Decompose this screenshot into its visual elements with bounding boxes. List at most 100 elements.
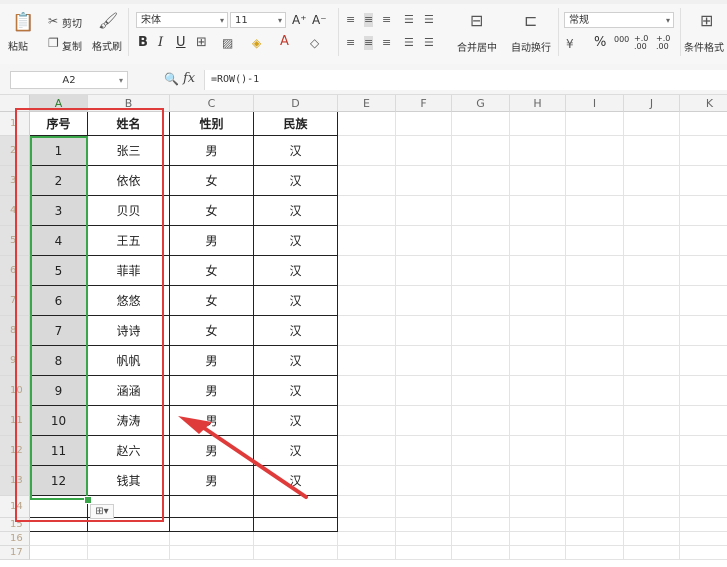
cell-k8[interactable] <box>680 316 727 346</box>
cell-j15[interactable] <box>624 518 680 532</box>
table-cell[interactable]: 汉 <box>254 196 338 226</box>
table-cell[interactable]: 汉 <box>254 286 338 316</box>
cell-e10[interactable] <box>338 376 396 406</box>
paste-icon[interactable]: 📋 <box>12 14 34 32</box>
row-header-11[interactable]: 11 <box>0 406 30 436</box>
cell-f16[interactable] <box>396 532 452 546</box>
table-cell[interactable]: 男 <box>170 346 254 376</box>
table-cell[interactable]: 男 <box>170 136 254 166</box>
table-cell[interactable]: 女 <box>170 316 254 346</box>
table-cell[interactable]: 男 <box>170 376 254 406</box>
row-header-14[interactable]: 14 <box>0 496 30 518</box>
cell-f4[interactable] <box>396 196 452 226</box>
cell-i1[interactable] <box>566 112 624 136</box>
cell-e4[interactable] <box>338 196 396 226</box>
cell-d15[interactable] <box>254 518 338 532</box>
cell-j13[interactable] <box>624 466 680 496</box>
cell-k2[interactable] <box>680 136 727 166</box>
font-size-select[interactable]: 11 ▾ <box>230 12 286 28</box>
row-header-7[interactable]: 7 <box>0 286 30 316</box>
cell-k17[interactable] <box>680 546 727 560</box>
cell-j7[interactable] <box>624 286 680 316</box>
table-cell[interactable]: 涛涛 <box>88 406 170 436</box>
cell-g15[interactable] <box>452 518 510 532</box>
cell-e7[interactable] <box>338 286 396 316</box>
row-header-10[interactable]: 10 <box>0 376 30 406</box>
scissors-icon[interactable]: ✂ <box>48 14 58 28</box>
row-header-5[interactable]: 5 <box>0 226 30 256</box>
cell-h7[interactable] <box>510 286 566 316</box>
cell-g4[interactable] <box>452 196 510 226</box>
cell-h6[interactable] <box>510 256 566 286</box>
cell-h4[interactable] <box>510 196 566 226</box>
cell-k13[interactable] <box>680 466 727 496</box>
cell-j5[interactable] <box>624 226 680 256</box>
cell-i2[interactable] <box>566 136 624 166</box>
thousands-separator-button[interactable]: 000 <box>614 35 629 44</box>
cell-e5[interactable] <box>338 226 396 256</box>
paste-button[interactable]: 粘贴 <box>8 38 28 53</box>
row-header-3[interactable]: 3 <box>0 166 30 196</box>
table-cell[interactable]: 汉 <box>254 376 338 406</box>
table-cell[interactable]: 1 <box>30 136 88 166</box>
percent-button[interactable]: % <box>594 35 606 50</box>
cell-i8[interactable] <box>566 316 624 346</box>
table-cell[interactable]: 女 <box>170 286 254 316</box>
column-header-e[interactable]: E <box>338 95 396 112</box>
table-cell[interactable]: 张三 <box>88 136 170 166</box>
cell-i15[interactable] <box>566 518 624 532</box>
cell-e12[interactable] <box>338 436 396 466</box>
cell-e8[interactable] <box>338 316 396 346</box>
row-header-16[interactable]: 16 <box>0 532 30 546</box>
cell-g5[interactable] <box>452 226 510 256</box>
row-header-12[interactable]: 12 <box>0 436 30 466</box>
cell-i9[interactable] <box>566 346 624 376</box>
cell-g1[interactable] <box>452 112 510 136</box>
cell-f12[interactable] <box>396 436 452 466</box>
cell-i11[interactable] <box>566 406 624 436</box>
cell-j9[interactable] <box>624 346 680 376</box>
cell-h10[interactable] <box>510 376 566 406</box>
cell-c16[interactable] <box>170 532 254 546</box>
cell-f7[interactable] <box>396 286 452 316</box>
cell-k10[interactable] <box>680 376 727 406</box>
cell-j6[interactable] <box>624 256 680 286</box>
table-cell[interactable]: 汉 <box>254 346 338 376</box>
indent-increase-icon[interactable]: ☰ <box>424 13 434 27</box>
cell-k6[interactable] <box>680 256 727 286</box>
cell-j4[interactable] <box>624 196 680 226</box>
paste-options-button[interactable]: ⊞▾ <box>90 504 114 519</box>
cell-e17[interactable] <box>338 546 396 560</box>
cell-h8[interactable] <box>510 316 566 346</box>
cell-e2[interactable] <box>338 136 396 166</box>
table-cell[interactable]: 赵六 <box>88 436 170 466</box>
currency-icon[interactable]: ¥ <box>566 37 574 51</box>
cell-k7[interactable] <box>680 286 727 316</box>
cell-k12[interactable] <box>680 436 727 466</box>
cell-j12[interactable] <box>624 436 680 466</box>
cell-h1[interactable] <box>510 112 566 136</box>
copy-icon[interactable]: ❐ <box>48 36 59 50</box>
cell-j2[interactable] <box>624 136 680 166</box>
cell-e3[interactable] <box>338 166 396 196</box>
cell-g11[interactable] <box>452 406 510 436</box>
cell-i4[interactable] <box>566 196 624 226</box>
cell-g9[interactable] <box>452 346 510 376</box>
cell-d17[interactable] <box>254 546 338 560</box>
table-cell[interactable]: 男 <box>170 406 254 436</box>
table-cell[interactable]: 11 <box>30 436 88 466</box>
table-cell[interactable]: 5 <box>30 256 88 286</box>
table-cell[interactable]: 女 <box>170 196 254 226</box>
cell-f2[interactable] <box>396 136 452 166</box>
cell-k16[interactable] <box>680 532 727 546</box>
table-cell[interactable]: 钱其 <box>88 466 170 496</box>
column-header-g[interactable]: G <box>452 95 510 112</box>
decrease-decimal-button[interactable]: +.0 .00 <box>656 35 674 51</box>
conditional-format-icon[interactable]: ⊞ <box>700 13 713 29</box>
cell-a15[interactable] <box>30 518 88 532</box>
font-color-icon[interactable]: A <box>280 35 289 49</box>
cell-g3[interactable] <box>452 166 510 196</box>
align-right-icon[interactable]: ≡ <box>382 36 391 50</box>
borders-icon[interactable]: ⊞ <box>196 36 207 50</box>
underline-button[interactable]: U <box>176 35 186 50</box>
